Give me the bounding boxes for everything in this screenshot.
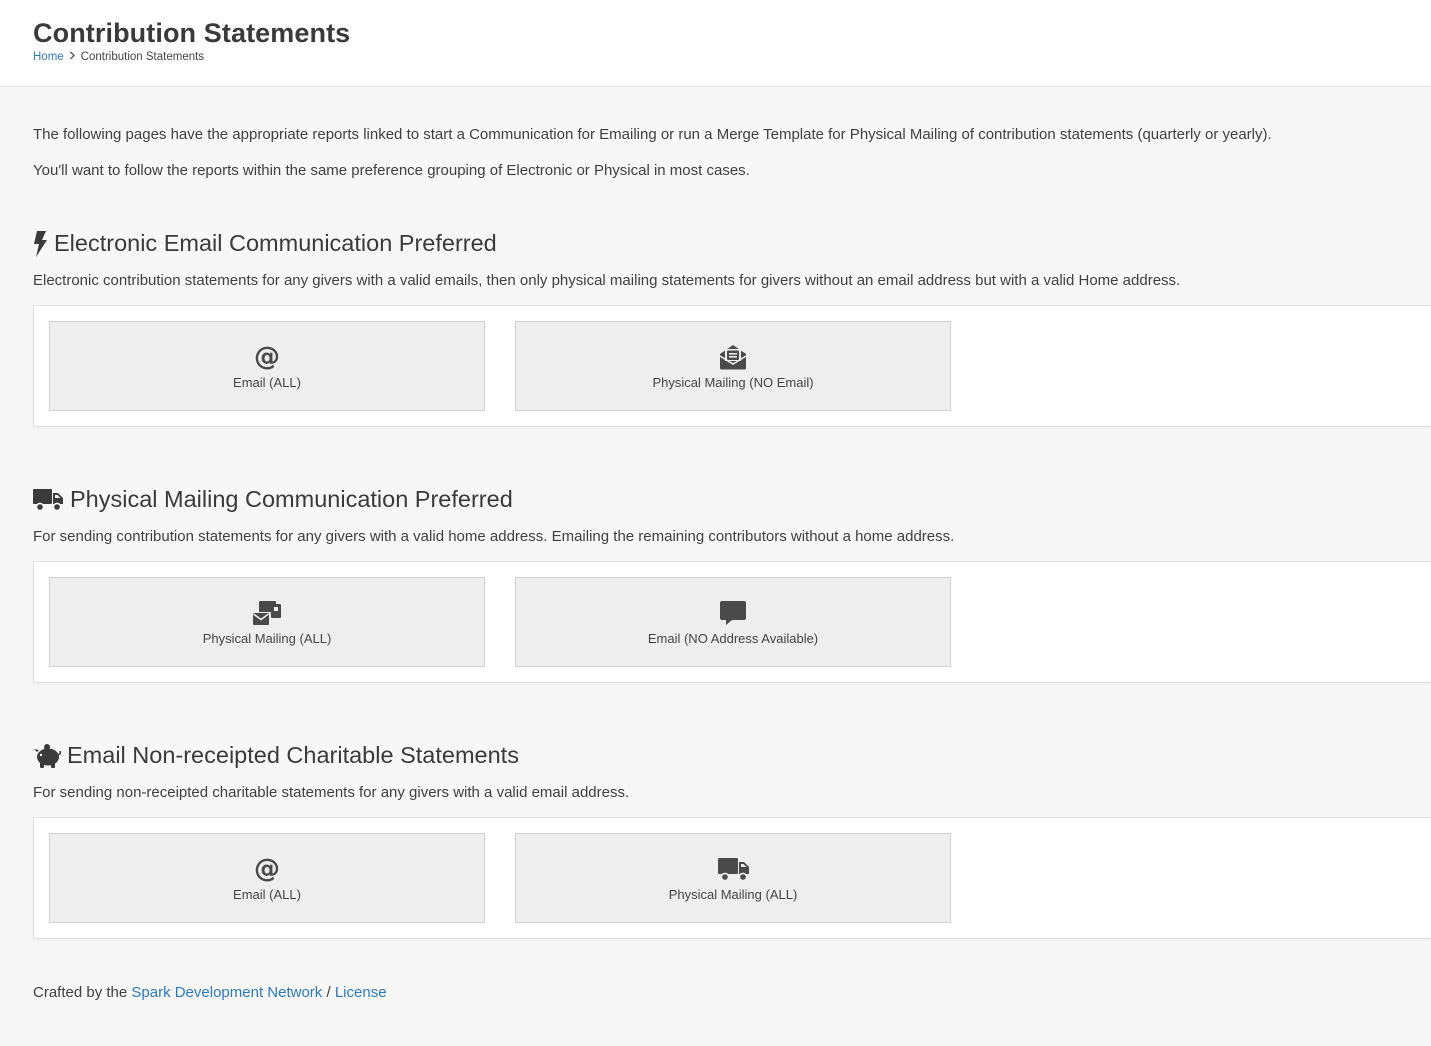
section-title-text: Physical Mailing Communication Preferred: [70, 486, 513, 512]
section-description: For sending contribution statements for …: [33, 528, 955, 545]
intro-text-1: The following pages have the appropriate…: [33, 126, 1272, 143]
mail-bulk-icon: [252, 599, 282, 627]
tile-label: Physical Mailing (NO Email): [652, 374, 814, 390]
page-header: Contribution Statements Home Contributio…: [0, 0, 1431, 87]
comment-icon: [719, 599, 747, 627]
section-description: For sending non-receipted charitable sta…: [33, 784, 630, 801]
email-all-tile[interactable]: @ Email (ALL): [49, 321, 485, 411]
section-panel-non-receipted: @ Email (ALL) Physical Mailing (ALL): [33, 817, 1431, 939]
at-icon: @: [254, 341, 280, 372]
truck-icon: [33, 487, 64, 513]
section-title-non-receipted: Email Non-receipted Charitable Statement…: [33, 742, 519, 769]
license-link[interactable]: License: [335, 984, 387, 1001]
tile-label: Email (NO Address Available): [647, 630, 819, 646]
tile-label: Email (ALL): [233, 374, 301, 390]
section-panel-electronic: @ Email (ALL) Physical Mailing (NO Email…: [33, 305, 1431, 427]
section-description: Electronic contribution statements for a…: [33, 272, 1181, 289]
footer: Crafted by the Spark Development Network…: [33, 984, 387, 1001]
spark-network-link[interactable]: Spark Development Network: [131, 984, 322, 1001]
section-panel-physical: Physical Mailing (ALL) Email (NO Address…: [33, 561, 1431, 683]
chevron-right-icon: [69, 51, 76, 63]
tile-label: Email (ALL): [233, 886, 301, 902]
page-title: Contribution Statements: [33, 18, 351, 48]
tile-label: Physical Mailing (ALL): [202, 630, 332, 646]
tile-label: Physical Mailing (ALL): [668, 886, 798, 902]
at-icon: @: [254, 853, 280, 884]
section-title-electronic: Electronic Email Communication Preferred: [33, 230, 497, 257]
physical-mailing-all-tile[interactable]: Physical Mailing (ALL): [49, 577, 485, 667]
email-no-address-tile[interactable]: Email (NO Address Available): [515, 577, 951, 667]
envelope-open-text-icon: [719, 343, 747, 371]
breadcrumb-current: Contribution Statements: [80, 51, 205, 63]
section-title-text: Electronic Email Communication Preferred: [54, 230, 497, 256]
section-title-text: Email Non-receipted Charitable Statement…: [67, 742, 519, 768]
physical-mailing-no-email-tile[interactable]: Physical Mailing (NO Email): [515, 321, 951, 411]
email-all-tile[interactable]: @ Email (ALL): [49, 833, 485, 923]
footer-prefix: Crafted by the: [33, 984, 128, 1001]
intro-text-2: You'll want to follow the reports within…: [33, 162, 750, 179]
breadcrumb: Home Contribution Statements: [33, 51, 204, 63]
bolt-icon: [33, 230, 48, 257]
footer-separator: /: [326, 984, 331, 1001]
section-title-physical: Physical Mailing Communication Preferred: [33, 486, 513, 513]
truck-icon: [717, 855, 750, 883]
physical-mailing-all-tile[interactable]: Physical Mailing (ALL): [515, 833, 951, 923]
breadcrumb-home-link[interactable]: Home: [33, 51, 64, 63]
piggy-bank-icon: [33, 743, 61, 769]
